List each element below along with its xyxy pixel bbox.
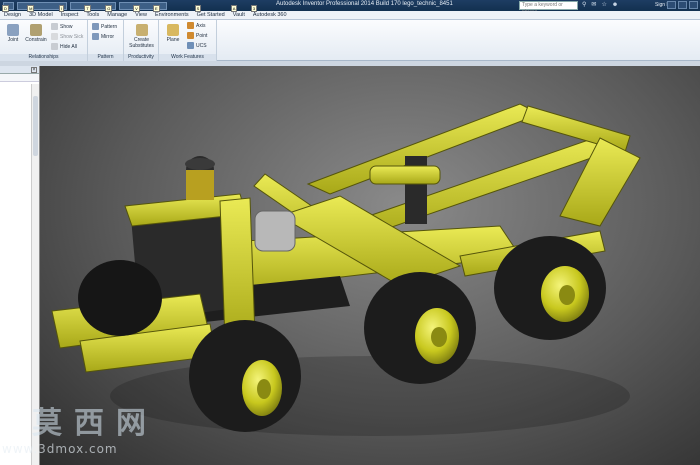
relationships-panel: Joint Constrain Show Show Sick Hide All … xyxy=(0,20,88,61)
pattern-icon xyxy=(92,23,99,30)
quick-access-appearance-dropdown[interactable] xyxy=(119,1,167,10)
pattern-button[interactable]: Pattern xyxy=(92,23,117,30)
plane-icon xyxy=(167,24,179,36)
maximize-button[interactable] xyxy=(678,1,687,9)
search-input[interactable]: Type a keyword or phrase xyxy=(519,1,578,15)
hide-all-button[interactable]: Hide All xyxy=(51,43,77,50)
constrain-button[interactable]: Constrain xyxy=(24,24,48,43)
browser-close-icon[interactable]: × xyxy=(31,67,37,73)
search-icon[interactable]: ⚲ xyxy=(582,1,586,8)
scrollbar-thumb[interactable] xyxy=(33,96,38,156)
favorites-icon[interactable]: ☆ xyxy=(601,1,606,8)
window-title: Autodesk Inventor Professional 2014 Buil… xyxy=(276,1,453,7)
tab-autodesk-360[interactable]: 3 Autodesk 360 xyxy=(249,5,291,19)
joint-button[interactable]: Joint xyxy=(3,24,23,43)
tab-view[interactable]: V View xyxy=(131,5,151,19)
productivity-panel: Create Substitutes Productivity xyxy=(124,20,159,61)
mirror-button[interactable]: Mirror xyxy=(92,33,114,40)
tab-3d-model[interactable]: M 3D Model xyxy=(25,5,57,19)
work-features-panel-title[interactable]: Work Features xyxy=(159,54,216,61)
axis-icon xyxy=(187,22,194,29)
tab-tools[interactable]: T Tools xyxy=(82,5,103,19)
point-icon xyxy=(187,32,194,39)
show-sick-icon xyxy=(51,33,58,40)
hide-all-icon xyxy=(51,43,58,50)
substitutes-icon xyxy=(135,24,148,36)
productivity-panel-title[interactable]: Productivity xyxy=(124,54,158,61)
axis-button[interactable]: Axis xyxy=(187,22,205,29)
wheel-rear-right xyxy=(494,236,606,340)
tab-inspect[interactable]: I Inspect xyxy=(57,5,83,19)
wheel-front-left-back xyxy=(78,260,162,336)
tab-design[interactable]: D Design xyxy=(0,5,25,19)
ucs-icon xyxy=(187,42,194,49)
wheel-front xyxy=(189,320,301,432)
tab-environments[interactable]: E Environments xyxy=(151,5,193,19)
tab-manage[interactable]: G Manage xyxy=(103,5,131,19)
wheel-middle xyxy=(364,272,476,384)
point-button[interactable]: Point xyxy=(187,32,207,39)
pattern-panel-title[interactable]: Pattern xyxy=(88,54,123,61)
plane-button[interactable]: Plane xyxy=(162,24,184,43)
communication-center-icon[interactable]: ✉ xyxy=(591,1,596,8)
joint-icon xyxy=(7,24,19,36)
tab-get-started[interactable]: S Get Started xyxy=(193,5,229,19)
ribbon-tabs: D Design M 3D Model I Inspect T Tools G Manag… xyxy=(0,5,700,20)
show-button[interactable]: Show xyxy=(51,23,73,30)
show-icon xyxy=(51,23,58,30)
create-substitutes-button[interactable]: Create Substitutes xyxy=(126,24,157,49)
relationships-panel-title[interactable]: Relationships xyxy=(0,54,87,61)
mirror-icon xyxy=(92,33,99,40)
work-features-panel: Plane Axis Point UCS Work Features xyxy=(159,20,217,61)
constrain-icon xyxy=(30,24,42,36)
ucs-button[interactable]: UCS xyxy=(187,42,207,49)
browser-header: × xyxy=(0,66,39,74)
browser-toolbar[interactable] xyxy=(0,74,39,82)
pattern-panel: Pattern Mirror Pattern xyxy=(88,20,124,61)
user-icon[interactable]: ☻ xyxy=(612,2,618,8)
watermark-url: www.3dmox.com xyxy=(2,442,118,456)
tab-vault[interactable]: A Vault xyxy=(229,5,249,19)
ribbon: Joint Constrain Show Show Sick Hide All … xyxy=(0,20,700,61)
close-button[interactable] xyxy=(689,1,698,9)
show-sick-button[interactable]: Show Sick xyxy=(51,33,83,40)
watermark: 莫西网 www.3dmox.com xyxy=(0,398,200,465)
watermark-chinese-text: 莫西网 xyxy=(32,406,158,441)
minimize-button[interactable] xyxy=(667,1,676,9)
